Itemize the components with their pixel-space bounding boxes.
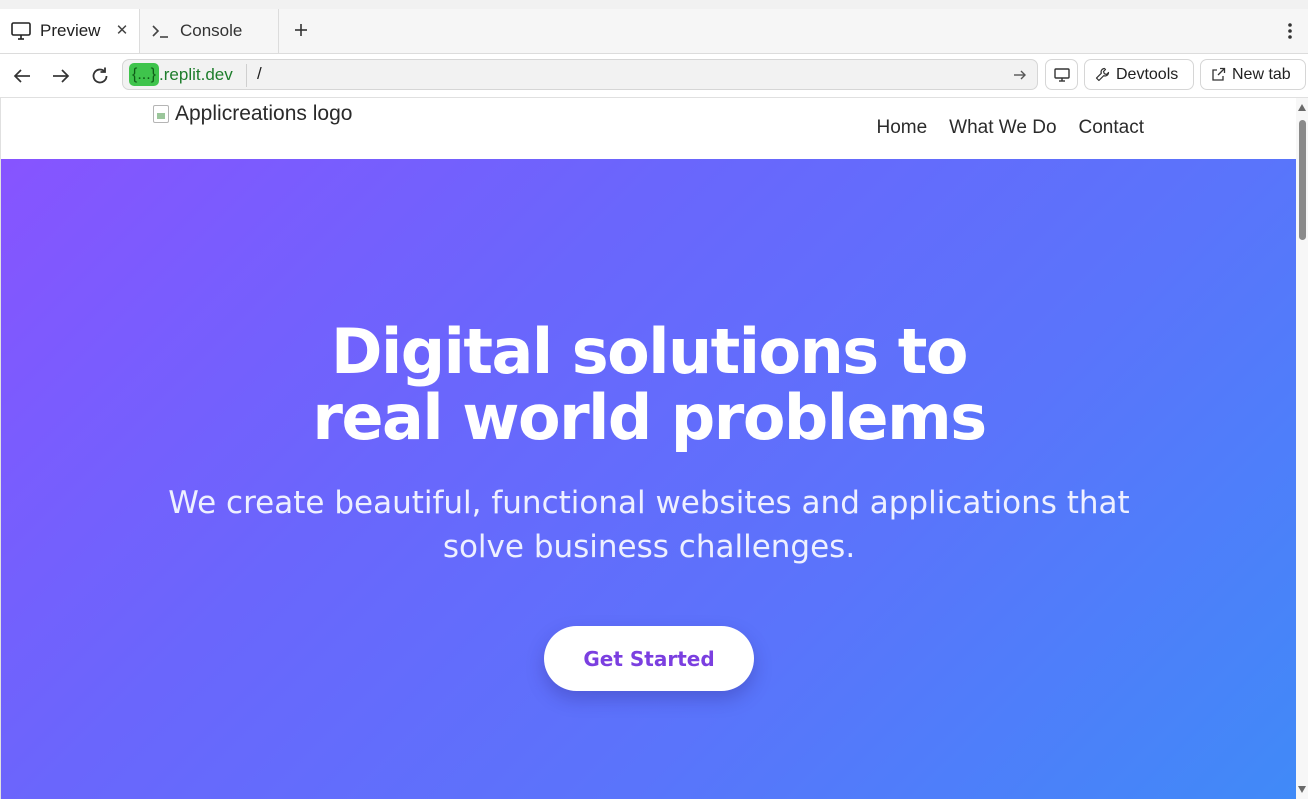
arrow-left-icon bbox=[13, 69, 30, 83]
get-started-button[interactable]: Get Started bbox=[544, 626, 754, 691]
go-button[interactable] bbox=[1011, 66, 1029, 84]
tab-preview[interactable]: Preview ✕ bbox=[0, 9, 140, 53]
window-top-strip bbox=[0, 0, 1308, 9]
arrow-right-icon bbox=[1014, 70, 1026, 80]
url-path[interactable]: / bbox=[257, 64, 262, 84]
reload-icon bbox=[92, 67, 108, 84]
forward-button[interactable] bbox=[48, 63, 74, 89]
terminal-icon bbox=[150, 20, 172, 42]
nav-home-link[interactable]: Home bbox=[876, 117, 927, 139]
devtools-label: Devtools bbox=[1116, 65, 1179, 83]
plus-icon bbox=[295, 24, 307, 36]
nav-what-we-do-link[interactable]: What We Do bbox=[949, 117, 1056, 139]
new-tab-button[interactable]: New tab bbox=[1200, 59, 1306, 90]
tab-console-label: Console bbox=[180, 21, 243, 40]
logo-alt-text: Applicreations logo bbox=[175, 102, 353, 125]
tab-bar: Preview ✕ Console bbox=[0, 9, 1308, 54]
nav-contact-link[interactable]: Contact bbox=[1079, 117, 1144, 139]
tab-preview-label: Preview bbox=[40, 21, 101, 40]
close-icon[interactable]: ✕ bbox=[113, 21, 131, 39]
new-tab-label: New tab bbox=[1232, 65, 1291, 83]
kebab-icon bbox=[1288, 23, 1292, 39]
url-divider bbox=[246, 64, 247, 87]
hero-title: Digital solutions to real world problems bbox=[1, 319, 1296, 451]
hero-subtitle-line2: solve business challenges. bbox=[442, 529, 856, 565]
tab-console[interactable]: Console bbox=[140, 9, 279, 53]
hero-title-line2: real world problems bbox=[312, 381, 987, 454]
scroll-thumb[interactable] bbox=[1299, 120, 1306, 240]
wrench-icon bbox=[1095, 67, 1110, 82]
external-link-icon bbox=[1211, 67, 1226, 82]
monitor-icon bbox=[10, 20, 32, 42]
monitor-icon bbox=[1053, 67, 1070, 82]
site-nav: Home What We Do Contact bbox=[876, 117, 1144, 139]
site-header: Applicreations logo Home What We Do Cont… bbox=[1, 98, 1296, 159]
address-bar-row: {...} .replit.dev / Devtools New tab bbox=[0, 54, 1308, 98]
more-options-button[interactable] bbox=[1280, 19, 1300, 43]
hero-subtitle: We create beautiful, functional websites… bbox=[149, 481, 1149, 569]
arrow-right-icon bbox=[53, 69, 70, 83]
add-tab-button[interactable] bbox=[288, 17, 314, 43]
devtools-button[interactable]: Devtools bbox=[1084, 59, 1194, 90]
preview-viewport: Applicreations logo Home What We Do Cont… bbox=[0, 98, 1296, 799]
back-button[interactable] bbox=[9, 63, 35, 89]
hero-section: Digital solutions to real world problems… bbox=[1, 159, 1296, 799]
reload-button[interactable] bbox=[87, 63, 113, 89]
url-field[interactable]: {...} .replit.dev / bbox=[122, 59, 1038, 90]
scroll-down-icon[interactable] bbox=[1298, 786, 1306, 793]
hero-subtitle-line1: We create beautiful, functional websites… bbox=[168, 485, 1130, 521]
page-scrollbar[interactable] bbox=[1296, 98, 1308, 799]
scroll-up-icon[interactable] bbox=[1298, 104, 1306, 111]
hero-title-line1: Digital solutions to bbox=[331, 315, 968, 388]
url-host-pill: {...} bbox=[129, 63, 160, 86]
url-host: {...} .replit.dev bbox=[129, 63, 233, 86]
device-toggle-button[interactable] bbox=[1045, 59, 1078, 90]
site-logo[interactable]: Applicreations logo bbox=[153, 102, 352, 126]
broken-image-icon bbox=[153, 105, 169, 123]
url-host-domain: .replit.dev bbox=[159, 64, 233, 84]
